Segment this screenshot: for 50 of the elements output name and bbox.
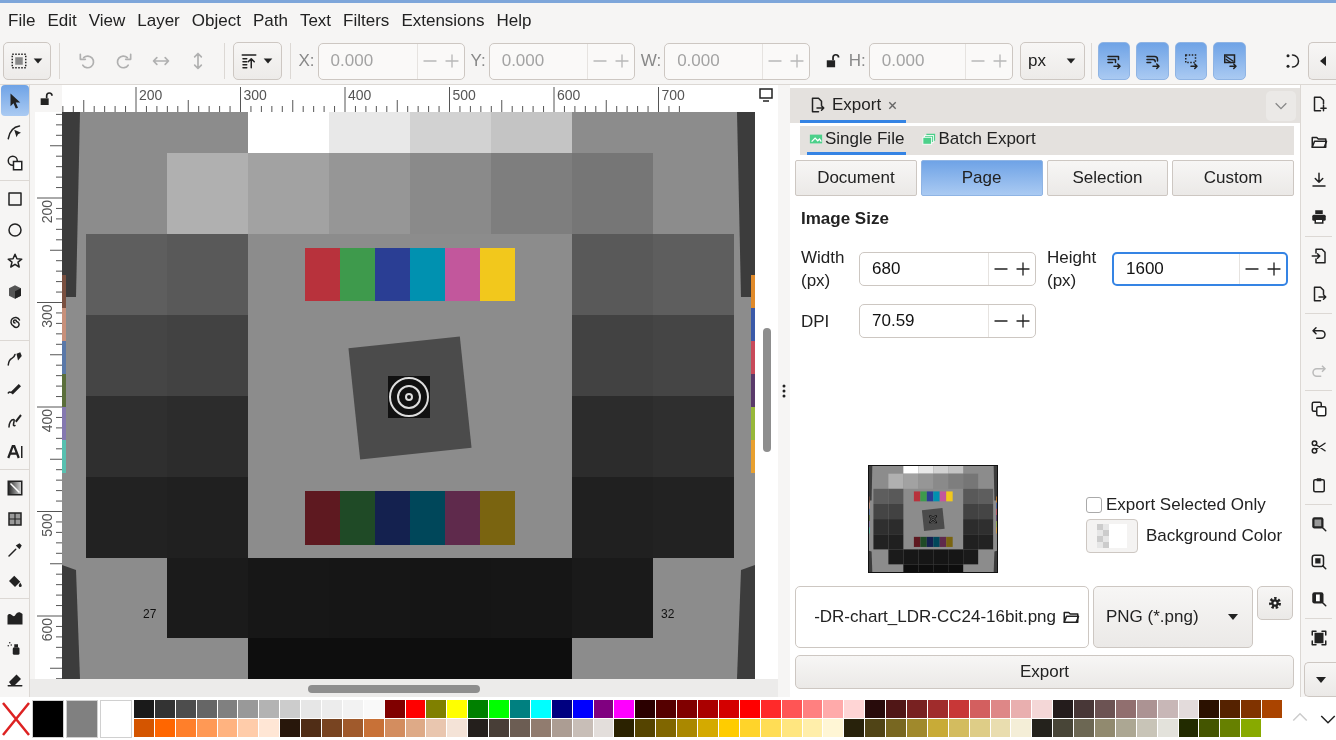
ruler-label: 500 <box>39 513 55 537</box>
number-field[interactable]: 680 <box>859 252 1036 286</box>
number-input[interactable]: 70.59 <box>860 311 988 331</box>
ruler-label: 600 <box>557 87 581 103</box>
number-input[interactable]: 680 <box>860 259 988 279</box>
menu-item[interactable]: Object <box>186 10 248 31</box>
export-area-button[interactable]: Page <box>920 160 1043 196</box>
file-type-dropdown[interactable]: PNG (*.png) <box>1093 586 1253 648</box>
export-area-button[interactable]: Selection <box>1046 160 1169 196</box>
ruler-label: 300 <box>243 87 267 103</box>
menu-item[interactable]: File <box>3 10 43 31</box>
field-label: Width (px) <box>801 247 846 292</box>
menu-item[interactable]: Path <box>247 10 295 31</box>
menu-item[interactable]: Filters <box>338 10 397 31</box>
menu-item[interactable]: View <box>83 10 133 31</box>
menu-item[interactable]: Edit <box>42 10 84 31</box>
export-area-button[interactable]: Document <box>795 160 917 196</box>
filename-field[interactable]: -DR-chart_LDR-CC24-16bit.png <box>795 586 1089 648</box>
section-title: Image Size <box>801 209 890 230</box>
field-label: W: <box>640 51 662 71</box>
ruler-label: 300 <box>39 304 55 328</box>
background-color-label: Background Color <box>1146 526 1283 546</box>
field-label: H: <box>848 51 866 71</box>
field-label: Y: <box>470 51 486 71</box>
number-input[interactable]: 1600 <box>1114 259 1239 279</box>
export-area-button[interactable]: Custom <box>1172 160 1294 196</box>
ruler-label: 700 <box>661 87 685 103</box>
export-mode-tab[interactable]: Single File <box>807 126 907 155</box>
number-field[interactable]: 1600 <box>1112 252 1288 286</box>
menu-item[interactable]: Extensions <box>396 10 492 31</box>
panel-tab[interactable]: Export <box>800 90 907 123</box>
ruler-label: 400 <box>348 87 372 103</box>
checkbox-label: Export Selected Only <box>1106 495 1266 515</box>
field-label: Height (px) <box>1046 247 1098 292</box>
export-button[interactable]: Export <box>795 655 1294 689</box>
ruler-label: 400 <box>39 409 55 433</box>
ruler-label: 500 <box>452 87 476 103</box>
field-label: DPI <box>801 310 831 333</box>
unit-dropdown[interactable]: px <box>1019 42 1085 80</box>
menu-item[interactable]: Help <box>491 10 539 31</box>
ruler-label: 200 <box>39 200 55 224</box>
patch-number: 27 <box>143 607 157 621</box>
field-label: X: <box>298 51 315 71</box>
patch-number: 32 <box>661 607 675 621</box>
number-field[interactable]: 70.59 <box>859 304 1036 338</box>
menu-item[interactable]: Layer <box>132 10 187 31</box>
menu-item[interactable]: Text <box>294 10 339 31</box>
export-mode-tab[interactable]: Batch Export <box>920 126 1038 155</box>
ruler-label: 200 <box>139 87 163 103</box>
ruler-label: 600 <box>39 618 55 642</box>
